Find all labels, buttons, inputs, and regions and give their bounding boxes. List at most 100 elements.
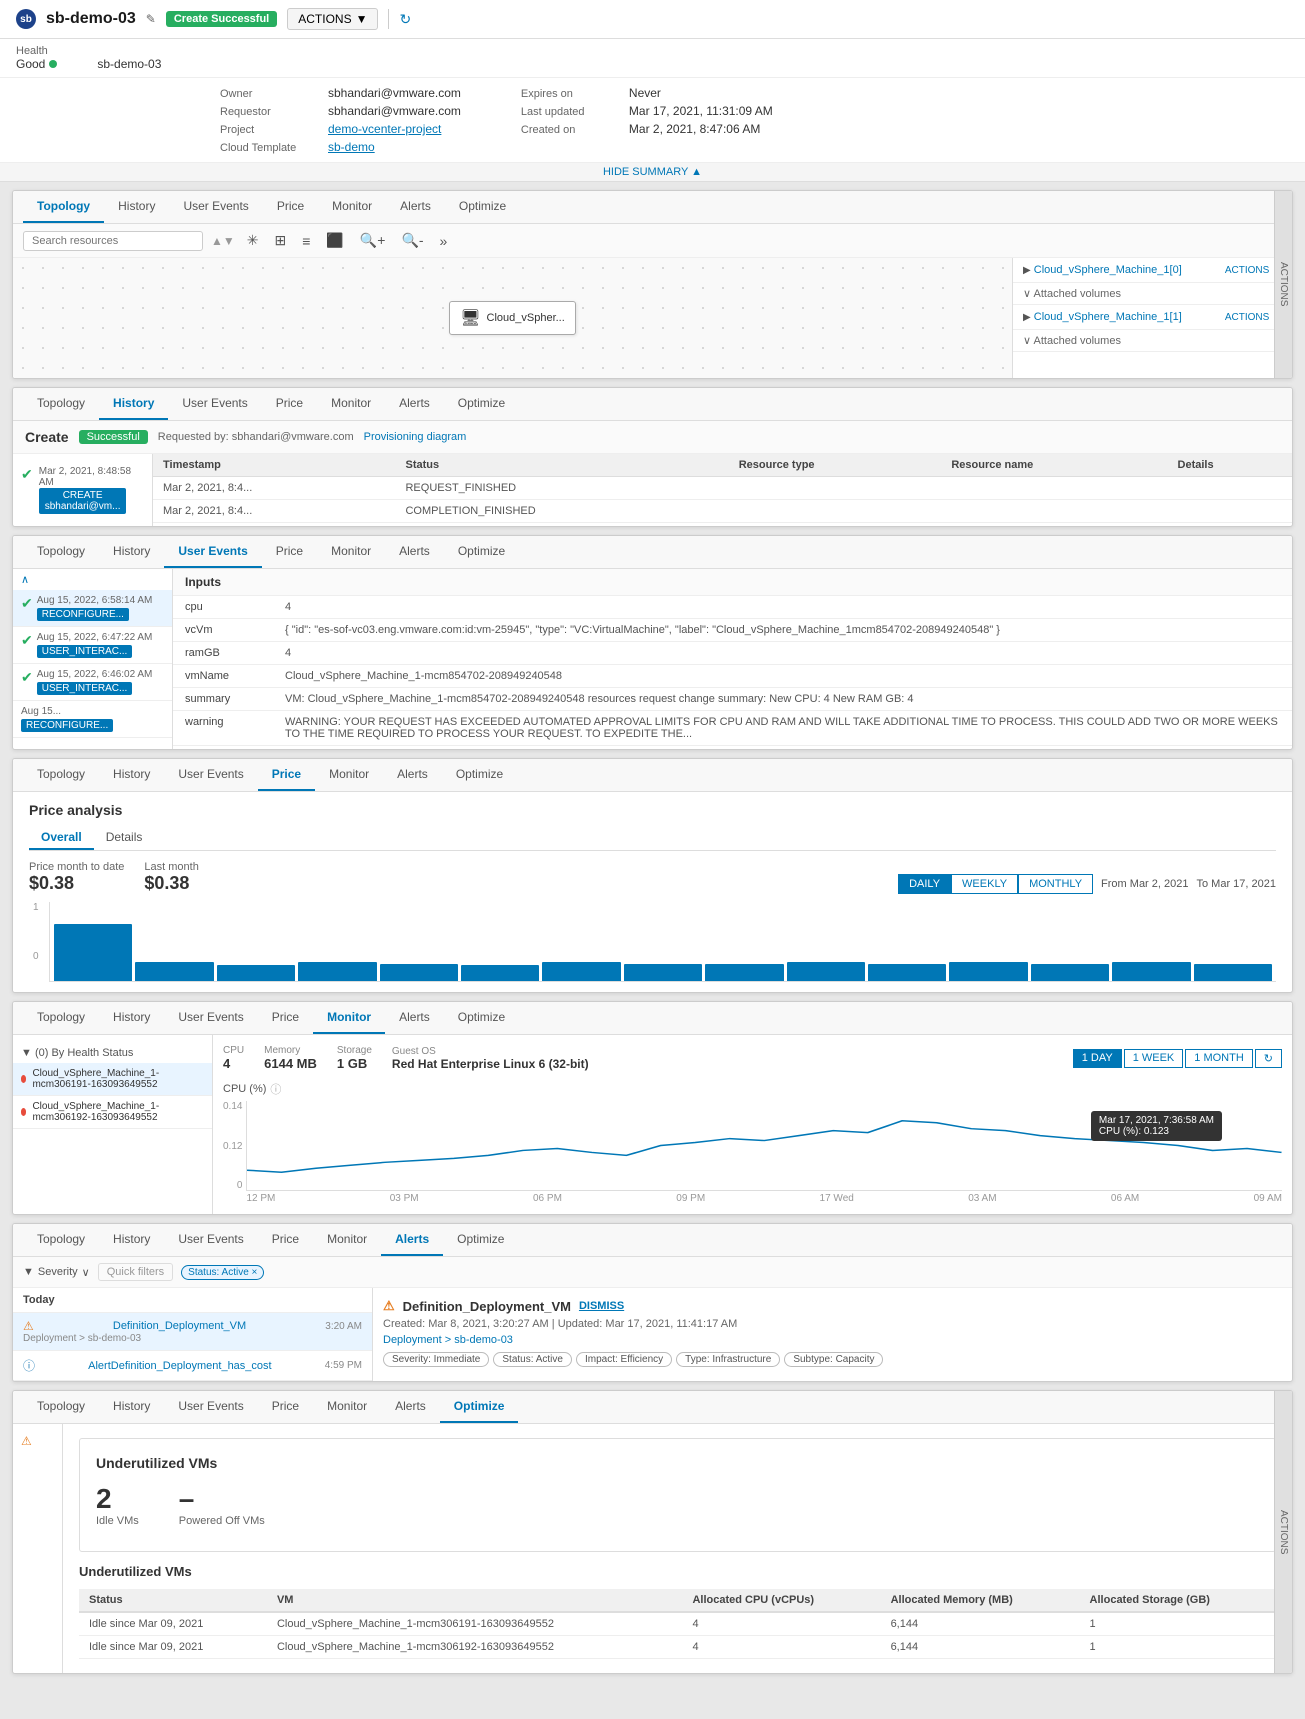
tab-price-h[interactable]: Price: [262, 388, 317, 420]
period-btn-weekly[interactable]: WEEKLY: [951, 874, 1018, 894]
tab-optimize-ue[interactable]: Optimize: [444, 536, 519, 568]
tab-alerts-m[interactable]: Alerts: [385, 1002, 444, 1034]
tab-monitor-a[interactable]: Monitor: [313, 1224, 381, 1256]
optimize-sidebar-handle[interactable]: ACTIONS: [1274, 1391, 1292, 1673]
tab-monitor-o[interactable]: Monitor: [313, 1391, 381, 1423]
period-btn-daily[interactable]: DAILY: [898, 874, 951, 894]
hist-col-details: Details: [1168, 454, 1292, 477]
cloud-template-link[interactable]: sb-demo: [328, 140, 375, 154]
tab-optimize-p[interactable]: Optimize: [442, 759, 517, 791]
tab-monitor-h[interactable]: Monitor: [317, 388, 385, 420]
collapse-icon[interactable]: ∧: [13, 569, 172, 590]
tab-history[interactable]: History: [104, 191, 169, 223]
tab-user-events-p[interactable]: User Events: [164, 759, 257, 791]
topology-zoom-out-icon[interactable]: 🔍-: [397, 230, 427, 251]
topology-zoom-in-icon[interactable]: 🔍+: [356, 230, 390, 251]
ue-reconfigure-btn-3[interactable]: RECONFIGURE...: [21, 719, 113, 732]
tab-alerts-p[interactable]: Alerts: [383, 759, 442, 791]
tab-history-p[interactable]: History: [99, 759, 164, 791]
tab-topology-h[interactable]: Topology: [23, 388, 99, 420]
alert-row-1[interactable]: ⓘ AlertDefinition_Deployment_has_cost 4:…: [13, 1351, 372, 1381]
user-event-row-3[interactable]: Aug 15... RECONFIGURE...: [13, 701, 172, 738]
alert-row-0[interactable]: ⚠ Definition_Deployment_VM 3:20 AM Deplo…: [13, 1313, 372, 1351]
tab-price-m[interactable]: Price: [258, 1002, 313, 1034]
actions-button[interactable]: ACTIONS ▼: [287, 8, 378, 30]
project-link[interactable]: demo-vcenter-project: [328, 122, 441, 136]
ue-reconfigure-btn-0[interactable]: RECONFIGURE...: [37, 608, 129, 621]
expand-arrow-1[interactable]: ▶: [1023, 312, 1031, 323]
monitor-vm-list: ▼ (0) By Health Status Cloud_vSphere_Mac…: [13, 1035, 213, 1214]
active-filter-badge[interactable]: Status: Active ×: [181, 1265, 264, 1280]
tab-history-a[interactable]: History: [99, 1224, 164, 1256]
tab-alerts-h[interactable]: Alerts: [385, 388, 444, 420]
tab-topology-ue[interactable]: Topology: [23, 536, 99, 568]
tab-price-o[interactable]: Price: [258, 1391, 313, 1423]
user-event-row-1[interactable]: ✔ Aug 15, 2022, 6:47:22 AM USER_INTERAC.…: [13, 627, 172, 664]
hide-summary-bar[interactable]: HIDE SUMMARY ▲: [0, 163, 1305, 182]
tab-optimize-m[interactable]: Optimize: [444, 1002, 519, 1034]
topology-grid-icon[interactable]: ⊞: [271, 230, 291, 251]
cloud-template-field: Cloud Template sb-demo: [220, 140, 461, 154]
refresh-monitor-btn[interactable]: ↻: [1255, 1049, 1282, 1068]
tab-topology-p[interactable]: Topology: [23, 759, 99, 791]
tab-price-a[interactable]: Price: [258, 1224, 313, 1256]
tab-history-ue[interactable]: History: [99, 536, 164, 568]
tab-monitor-m[interactable]: Monitor: [313, 1002, 385, 1034]
topology-export-icon[interactable]: ⬛: [322, 230, 347, 251]
time-btn-1month[interactable]: 1 MONTH: [1185, 1049, 1253, 1068]
severity-filter[interactable]: ▼ Severity ∨: [23, 1266, 90, 1279]
history-create-btn[interactable]: CREATE sbhandari@vm...: [39, 488, 127, 514]
top-header: sb sb-demo-03 ✎ Create Successful ACTION…: [0, 0, 1305, 39]
ue-interact-btn-1[interactable]: USER_INTERAC...: [37, 645, 133, 658]
tab-optimize-h[interactable]: Optimize: [444, 388, 519, 420]
ue-interact-btn-2[interactable]: USER_INTERAC...: [37, 682, 133, 695]
tab-monitor-p[interactable]: Monitor: [315, 759, 383, 791]
price-subtab-details[interactable]: Details: [94, 826, 155, 850]
price-subtab-overall[interactable]: Overall: [29, 826, 94, 850]
period-btn-monthly[interactable]: MONTHLY: [1018, 874, 1093, 894]
topology-list-icon[interactable]: ≡: [298, 231, 314, 251]
time-btn-1day[interactable]: 1 DAY: [1073, 1049, 1122, 1068]
user-event-row-2[interactable]: ✔ Aug 15, 2022, 6:46:02 AM USER_INTERAC.…: [13, 664, 172, 701]
monitor-vm-row-0[interactable]: Cloud_vSphere_Machine_1-mcm306191-163093…: [13, 1063, 212, 1096]
topology-sidebar-handle[interactable]: ACTIONS: [1274, 191, 1292, 378]
tab-history-h[interactable]: History: [99, 388, 168, 420]
time-btn-1week[interactable]: 1 WEEK: [1124, 1049, 1184, 1068]
topology-snowflake-icon[interactable]: ✳: [243, 230, 263, 251]
quick-filter-input[interactable]: Quick filters: [98, 1263, 173, 1281]
tab-history-m[interactable]: History: [99, 1002, 164, 1034]
topology-expand-icon[interactable]: »: [436, 231, 452, 251]
monitor-vm-row-1[interactable]: Cloud_vSphere_Machine_1-mcm306192-163093…: [13, 1096, 212, 1129]
tab-topology-a[interactable]: Topology: [23, 1224, 99, 1256]
tab-user-events[interactable]: User Events: [169, 191, 262, 223]
user-event-row-0[interactable]: ✔ Aug 15, 2022, 6:58:14 AM RECONFIGURE..…: [13, 590, 172, 627]
tab-user-events-m[interactable]: User Events: [164, 1002, 257, 1034]
tab-optimize-o[interactable]: Optimize: [440, 1391, 519, 1423]
tab-alerts-a[interactable]: Alerts: [381, 1224, 443, 1256]
tab-price[interactable]: Price: [263, 191, 318, 223]
tab-user-events-ue[interactable]: User Events: [164, 536, 261, 568]
tab-user-events-o[interactable]: User Events: [164, 1391, 257, 1423]
tab-history-o[interactable]: History: [99, 1391, 164, 1423]
provisioning-diagram-link[interactable]: Provisioning diagram: [364, 431, 467, 443]
tab-price-p[interactable]: Price: [258, 759, 315, 791]
tab-topology-m[interactable]: Topology: [23, 1002, 99, 1034]
tab-monitor[interactable]: Monitor: [318, 191, 386, 223]
tab-alerts-ue[interactable]: Alerts: [385, 536, 444, 568]
tab-alerts-o[interactable]: Alerts: [381, 1391, 440, 1423]
tab-monitor-ue[interactable]: Monitor: [317, 536, 385, 568]
topology-search-input[interactable]: [23, 231, 203, 251]
dismiss-button[interactable]: DISMISS: [579, 1300, 624, 1312]
tab-topology[interactable]: Topology: [23, 191, 104, 223]
tab-topology-o[interactable]: Topology: [23, 1391, 99, 1423]
tab-optimize-a[interactable]: Optimize: [443, 1224, 518, 1256]
tab-user-events-h[interactable]: User Events: [168, 388, 261, 420]
edit-icon[interactable]: ✎: [146, 12, 156, 26]
tab-alerts[interactable]: Alerts: [386, 191, 445, 223]
expand-arrow-0[interactable]: ▶: [1023, 265, 1031, 276]
health-row: Health Good sb-demo-03: [0, 39, 1305, 78]
refresh-button[interactable]: ↻: [399, 11, 411, 28]
tab-price-ue[interactable]: Price: [262, 536, 317, 568]
tab-user-events-a[interactable]: User Events: [164, 1224, 257, 1256]
tab-optimize[interactable]: Optimize: [445, 191, 520, 223]
